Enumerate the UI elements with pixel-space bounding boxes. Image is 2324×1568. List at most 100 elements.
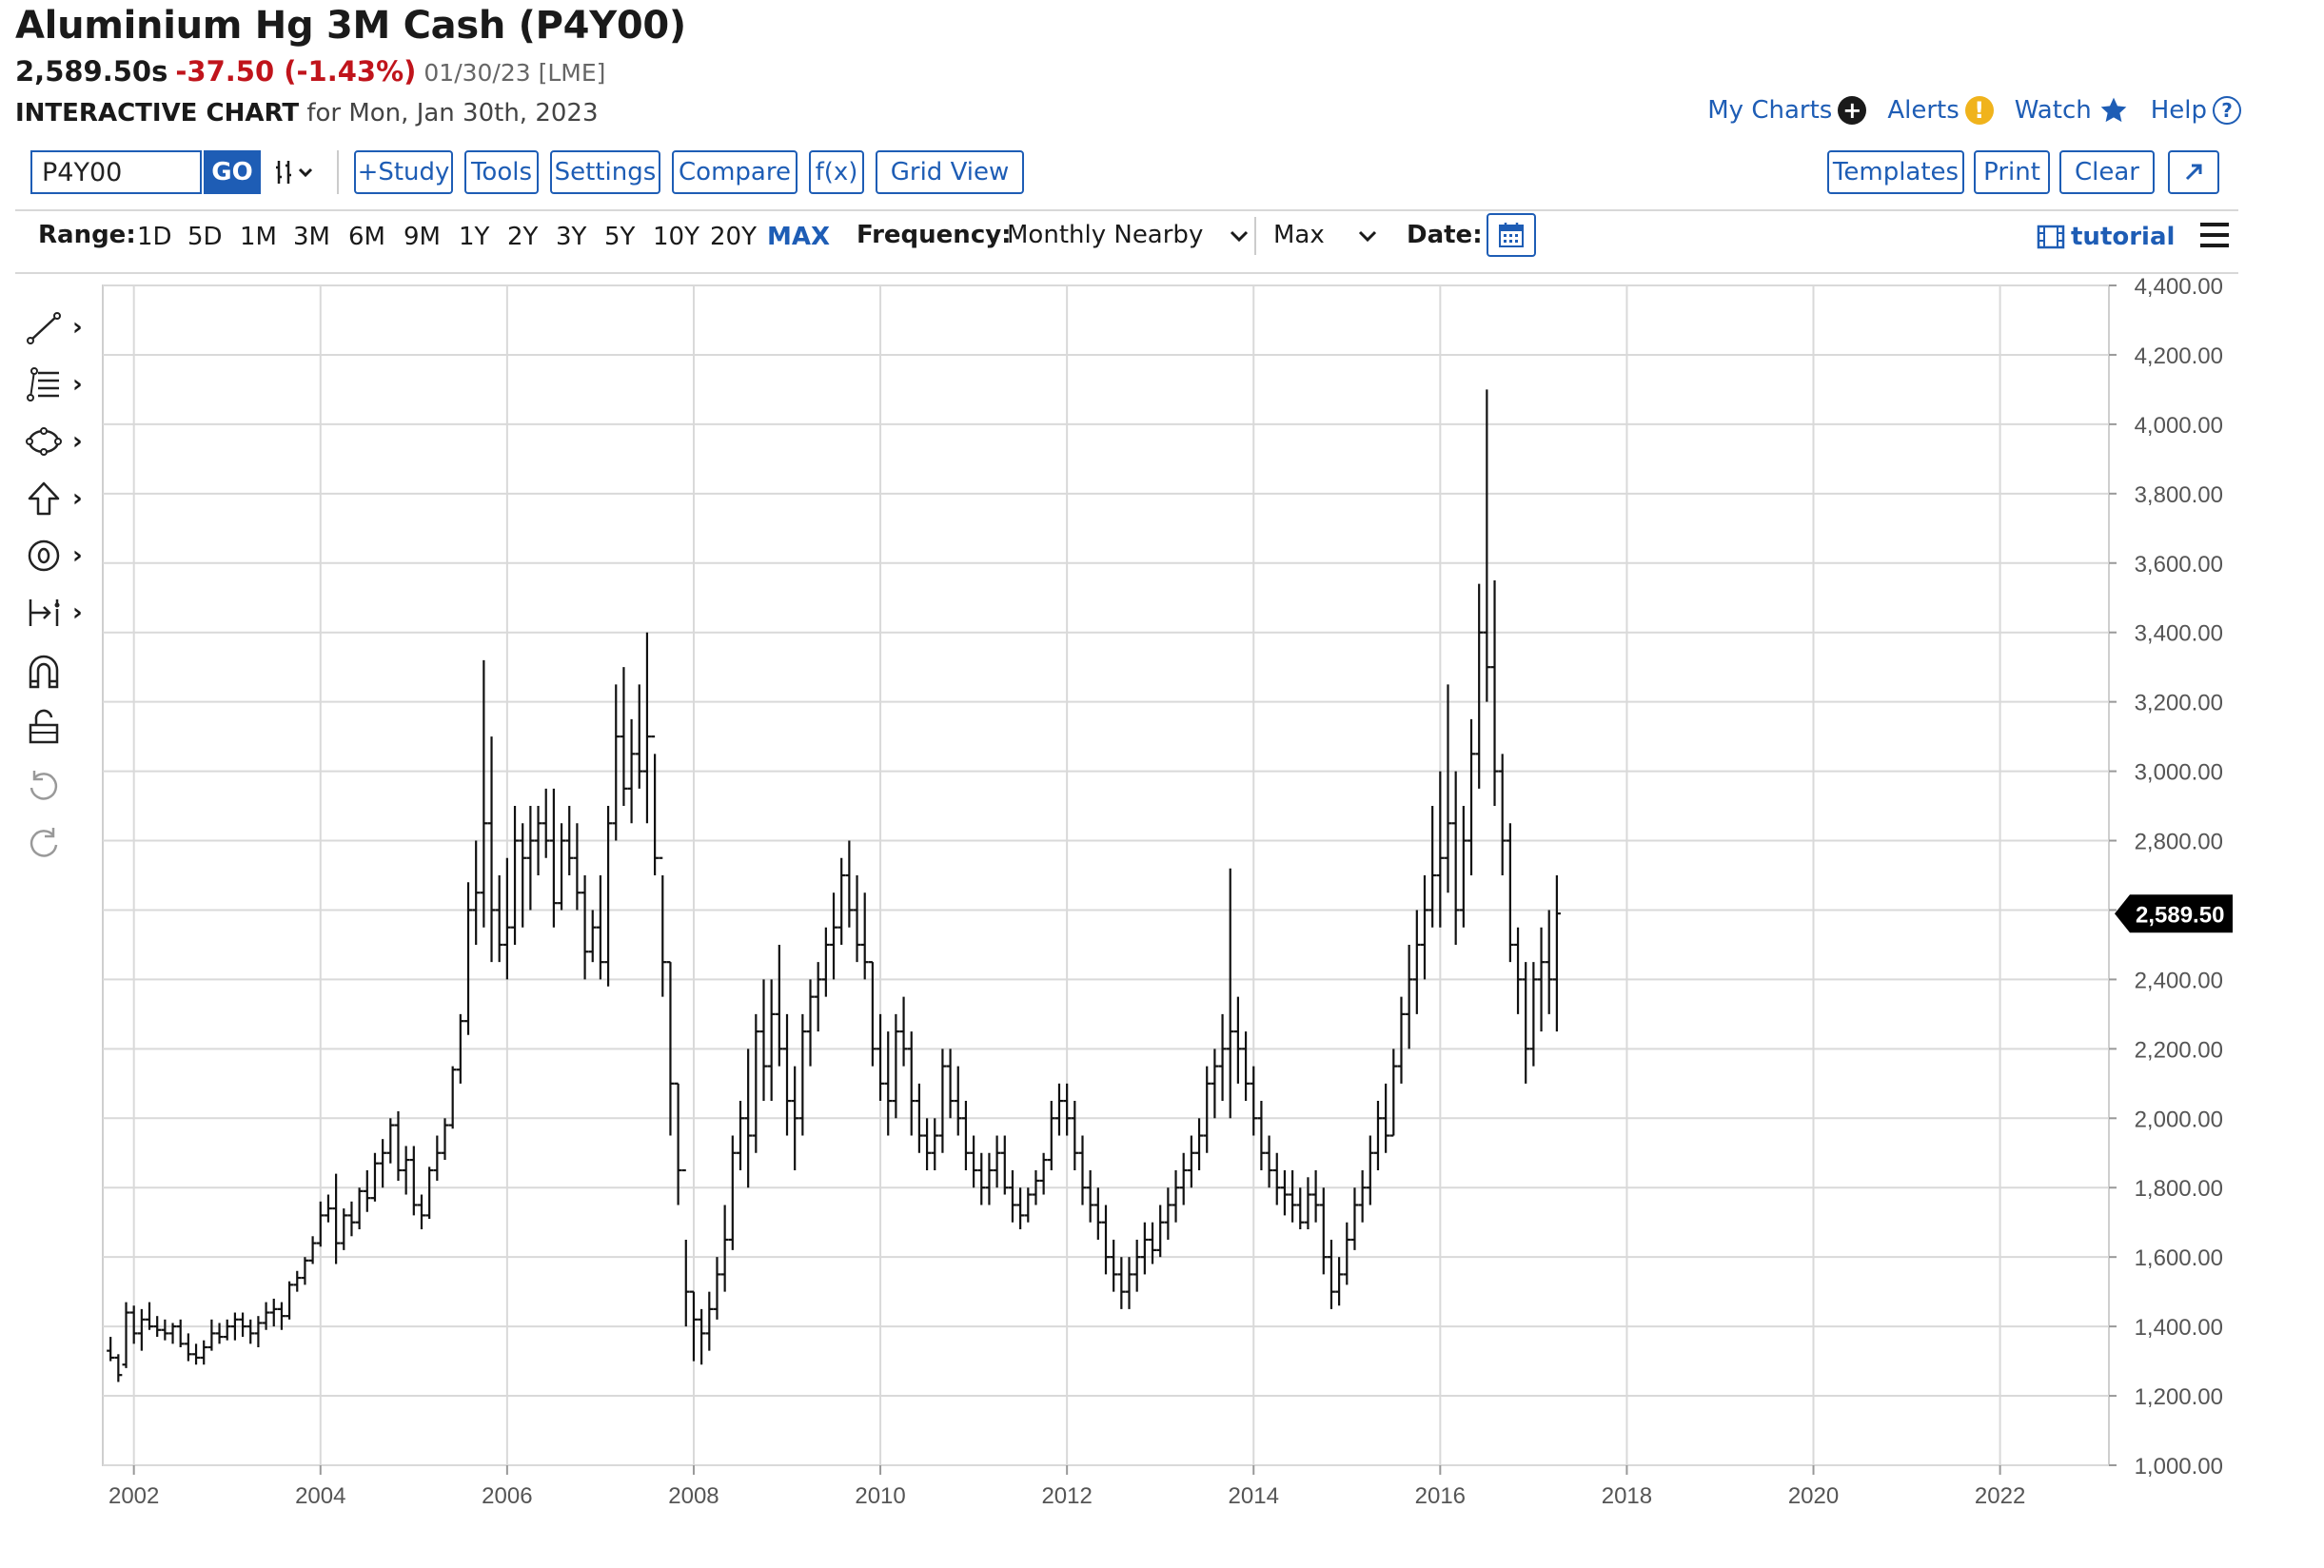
settings-button[interactable]: Settings: [550, 150, 660, 194]
ohlc-bar: [1397, 996, 1406, 1084]
symbol-input[interactable]: P4Y00: [30, 150, 202, 194]
ohlc-bar: [837, 857, 846, 945]
range-option[interactable]: 3Y: [556, 223, 586, 251]
frequency-dropdown[interactable]: Monthly Nearby: [1007, 221, 1250, 249]
ohlc-bar: [558, 823, 566, 911]
x-tick-label: 2016: [1415, 1483, 1466, 1509]
alerts-link[interactable]: Alerts !: [1887, 96, 1994, 125]
star-icon: [2100, 97, 2127, 123]
range-option[interactable]: 5Y: [604, 223, 635, 251]
ohlc-bar: [239, 1312, 247, 1338]
ohlc-bar: [1289, 1170, 1297, 1223]
ohlc-bar: [681, 1168, 690, 1327]
y-tick-label: 3,800.00: [2135, 482, 2223, 508]
ohlc-bar: [379, 1139, 387, 1188]
ohlc-bar: [502, 857, 511, 980]
ohlc-bar: [752, 1013, 760, 1153]
chevron-down-icon: [1358, 230, 1377, 243]
ohlc-bar: [1102, 1205, 1110, 1275]
ohlc-bar: [588, 910, 597, 963]
ohlc-bar: [1366, 1135, 1374, 1205]
ohlc-bar: [386, 1118, 395, 1164]
watch-link[interactable]: Watch: [2015, 95, 2130, 126]
price-chart[interactable]: 4,400.00 4,200.00 4,000.00 3,800.00 3,600.00…: [0, 276, 2324, 1568]
ohlc-bar: [1218, 1013, 1227, 1102]
ohlc-bar: [347, 1201, 356, 1237]
instrument-title: Aluminium Hg 3M Cash (P4Y00): [15, 4, 686, 48]
range-option[interactable]: 1Y: [459, 223, 489, 251]
clear-button[interactable]: Clear: [2059, 150, 2155, 194]
ohlc-bar: [176, 1319, 185, 1347]
y-tick-label: 3,200.00: [2135, 691, 2223, 716]
ohlc-bar: [1211, 1049, 1219, 1119]
range-option[interactable]: 3M: [293, 223, 330, 251]
study-button[interactable]: +Study: [354, 150, 453, 194]
ohlc-bar: [1343, 1222, 1351, 1285]
ohlc-bar: [448, 1066, 457, 1129]
ohlc-bar: [200, 1340, 208, 1365]
hamburger-menu-button[interactable]: [2198, 221, 2231, 256]
range-option[interactable]: 1M: [240, 223, 277, 251]
ohlc-bar: [1047, 1101, 1055, 1170]
range-option[interactable]: 20Y: [710, 223, 757, 251]
x-tick-label: 2022: [1975, 1483, 2025, 1509]
range-option-max[interactable]: MAX: [767, 223, 830, 251]
ohlc-bar: [635, 684, 643, 789]
ohlc-bar: [1233, 996, 1242, 1084]
compare-button[interactable]: Compare: [672, 150, 798, 194]
ohlc-bar: [1078, 1135, 1087, 1205]
top-links: My Charts + Alerts ! Watch Help ?: [1707, 95, 2241, 126]
expand-icon: [2185, 164, 2202, 181]
ohlc-bar: [246, 1319, 255, 1344]
templates-button[interactable]: Templates: [1827, 150, 1964, 194]
ohlc-bar: [1552, 875, 1561, 1032]
ohlc-bar: [1265, 1135, 1273, 1188]
ohlc-bar: [1280, 1170, 1289, 1216]
ohlc-bar: [1304, 1177, 1312, 1229]
range-option[interactable]: 9M: [404, 223, 441, 251]
range-option[interactable]: 5D: [187, 223, 223, 251]
y-tick-label: 3,000.00: [2135, 760, 2223, 786]
quote-line: 2,589.50s -37.50 (-1.43%) 01/30/23 [LME]: [15, 55, 605, 88]
chart-type-dropdown[interactable]: [270, 150, 324, 194]
y-tick-label: 1,600.00: [2135, 1245, 2223, 1271]
help-link[interactable]: Help ?: [2151, 96, 2241, 125]
ohlc-bar: [651, 735, 660, 875]
ohlc-bar: [1250, 1066, 1258, 1136]
ohlc-bar: [1008, 1170, 1016, 1223]
ohlc-bar: [137, 1308, 146, 1351]
ohlc-bar: [1545, 910, 1553, 1014]
ohlc-bar: [1203, 1066, 1211, 1153]
fx-button[interactable]: f(x): [809, 150, 864, 194]
alerts-label: Alerts: [1887, 96, 1960, 125]
x-tick-label: 2002: [108, 1483, 159, 1509]
ohlc-bar: [355, 1187, 364, 1229]
tools-button[interactable]: Tools: [464, 150, 539, 194]
ohlc-bar: [286, 1281, 294, 1320]
toolbar-divider: [337, 150, 339, 194]
range-option[interactable]: 10Y: [653, 223, 699, 251]
y-tick-label: 4,200.00: [2135, 343, 2223, 369]
ohlc-bar: [107, 1337, 115, 1362]
ohlc-bar: [184, 1333, 192, 1362]
aggregation-dropdown[interactable]: Max: [1273, 221, 1378, 249]
tutorial-link[interactable]: tutorial: [2037, 223, 2175, 251]
range-option[interactable]: 6M: [348, 223, 385, 251]
ohlc-bar: [1467, 718, 1476, 875]
ohlc-bar: [269, 1298, 278, 1327]
print-button[interactable]: Print: [1974, 150, 2050, 194]
go-button[interactable]: GO: [204, 150, 261, 194]
expand-button[interactable]: [2168, 150, 2219, 194]
grid-view-button[interactable]: Grid View: [876, 150, 1024, 194]
y-tick-label: 3,400.00: [2135, 621, 2223, 647]
plus-circle-icon: +: [1838, 96, 1867, 125]
range-option[interactable]: 1D: [137, 223, 172, 251]
ohlc-bar: [409, 1146, 418, 1216]
ohlc-bar: [993, 1135, 1001, 1188]
date-picker-button[interactable]: [1487, 213, 1536, 257]
ohlc-bar: [892, 1013, 900, 1119]
range-option[interactable]: 2Y: [507, 223, 538, 251]
ohlc-bar: [1483, 389, 1491, 702]
frequency-label: Frequency:: [857, 221, 1012, 249]
my-charts-link[interactable]: My Charts +: [1707, 96, 1867, 125]
